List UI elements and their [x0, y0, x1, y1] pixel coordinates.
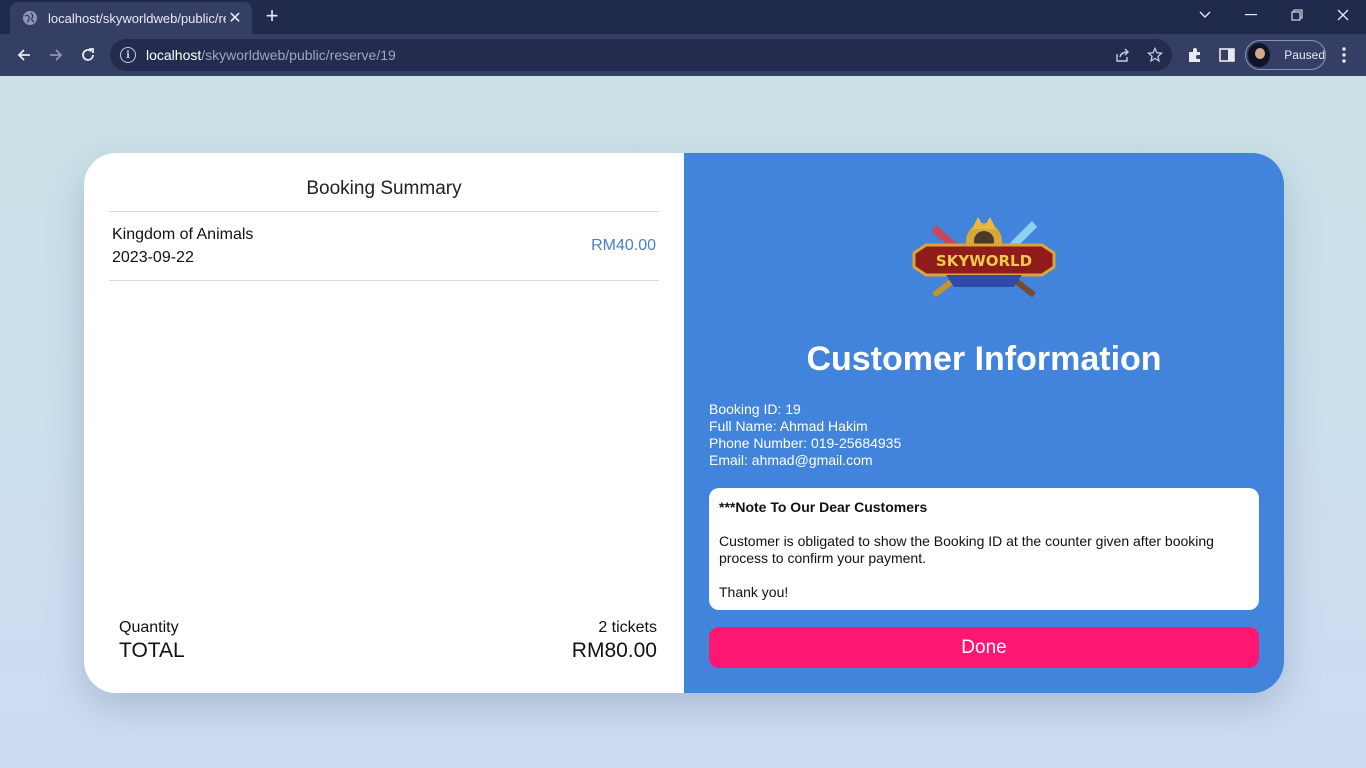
browser-tab[interactable]: localhost/skyworldweb/public/reserve/19 … — [10, 2, 252, 34]
url-text: localhost/skyworldweb/public/reserve/19 — [146, 47, 396, 63]
side-panel-icon[interactable] — [1218, 46, 1236, 64]
quantity-value: 2 tickets — [598, 619, 657, 636]
restore-icon — [1291, 9, 1303, 21]
customer-info-title: Customer Information — [806, 340, 1162, 378]
booking-summary-title: Booking Summary — [306, 178, 462, 199]
note-body: Customer is obligated to show the Bookin… — [719, 533, 1214, 566]
full-name: Full Name: Ahmad Hakim — [709, 418, 868, 434]
bookmark-star-icon[interactable] — [1147, 47, 1163, 63]
divider — [109, 280, 659, 281]
reload-button[interactable] — [74, 41, 102, 69]
quantity-label: Quantity — [119, 619, 179, 636]
email: Email: ahmad@gmail.com — [709, 452, 873, 468]
divider — [109, 211, 659, 212]
profile-button[interactable]: Paused — [1245, 40, 1326, 70]
skyworld-logo: SKYWORLD — [912, 217, 1056, 298]
restore-button[interactable] — [1274, 0, 1320, 30]
total-value: RM80.00 — [571, 639, 657, 662]
minimize-button[interactable] — [1228, 0, 1274, 30]
close-window-button[interactable] — [1320, 0, 1366, 30]
site-info-icon[interactable]: i — [120, 47, 136, 63]
booking-summary-panel: Booking Summary Kingdom of Animals 2023-… — [84, 153, 684, 693]
tab-title: localhost/skyworldweb/public/reserve/19 — [48, 10, 226, 26]
url-host: localhost — [146, 47, 202, 63]
item-date: 2023-09-22 — [112, 249, 194, 266]
arrow-left-icon — [17, 49, 30, 61]
forward-button[interactable] — [42, 41, 70, 69]
customer-note-box: ***Note To Our Dear Customers Customer i… — [709, 488, 1259, 610]
extensions-puzzle-icon[interactable] — [1186, 46, 1204, 64]
done-button[interactable]: Done — [709, 627, 1259, 668]
avatar — [1248, 43, 1271, 67]
arrow-right-icon — [50, 49, 63, 61]
back-button[interactable] — [10, 41, 38, 69]
phone-number: Phone Number: 019-25684935 — [709, 435, 902, 451]
booking-id: Booking ID: 19 — [709, 401, 801, 417]
item-name: Kingdom of Animals — [112, 226, 254, 243]
more-menu-icon[interactable] — [1336, 46, 1352, 64]
address-bar[interactable]: i localhost/skyworldweb/public/reserve/1… — [110, 39, 1172, 71]
browser-toolbar: i localhost/skyworldweb/public/reserve/1… — [0, 34, 1366, 76]
item-price: RM40.00 — [591, 237, 656, 254]
url-path: /skyworldweb/public/reserve/19 — [201, 47, 396, 63]
profile-status: Paused — [1284, 48, 1325, 62]
new-tab-button[interactable]: + — [260, 4, 284, 28]
reservation-card: Booking Summary Kingdom of Animals 2023-… — [84, 153, 1284, 693]
chevron-down-icon — [1199, 11, 1211, 18]
note-closing: Thank you! — [719, 584, 789, 600]
share-icon[interactable] — [1115, 47, 1131, 63]
note-title: ***Note To Our Dear Customers — [719, 499, 928, 515]
close-icon — [1337, 9, 1349, 21]
globe-icon — [23, 11, 37, 25]
tab-search-button[interactable] — [1182, 0, 1228, 30]
customer-info-panel: SKYWORLD Customer Information Booking ID… — [684, 153, 1284, 693]
tab-close-icon[interactable]: ✕ — [226, 9, 244, 27]
reload-icon — [82, 48, 94, 61]
page-background: Booking Summary Kingdom of Animals 2023-… — [0, 76, 1366, 768]
logo-text: SKYWORLD — [936, 252, 1032, 270]
total-label: TOTAL — [119, 639, 185, 662]
minimize-icon — [1245, 14, 1257, 16]
browser-tabstrip: localhost/skyworldweb/public/reserve/19 … — [0, 0, 1366, 34]
customer-details: Booking ID: 19 Full Name: Ahmad Hakim Ph… — [709, 401, 901, 469]
